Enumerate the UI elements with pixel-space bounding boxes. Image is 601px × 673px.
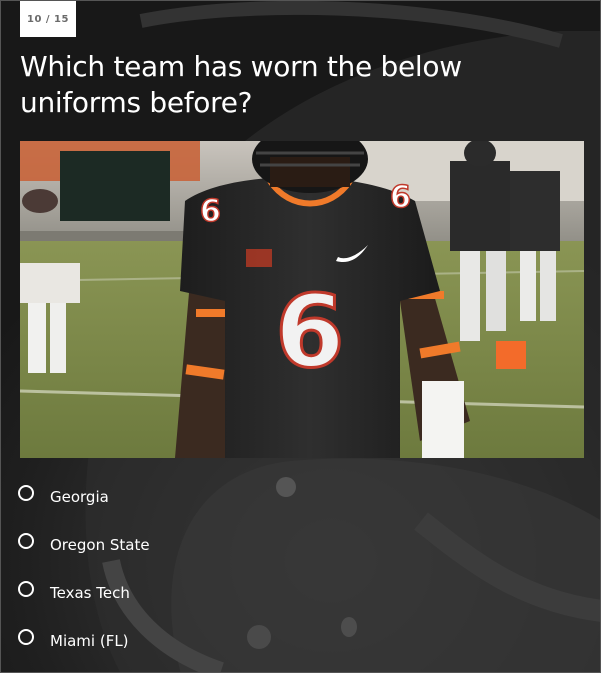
question-counter: 10 / 15 (20, 1, 76, 37)
question-image: 6 6 6 (20, 141, 584, 458)
jersey-number-left: 6 (200, 194, 221, 229)
answer-option-miami-fl[interactable]: Miami (FL) (18, 615, 578, 663)
quiz-card: 10 / 15 Which team has worn the below un… (0, 0, 601, 673)
answer-option-texas-tech[interactable]: Texas Tech (18, 567, 578, 615)
answer-label: Oregon State (50, 535, 150, 554)
answer-list: Georgia Oregon State Texas Tech Miami (F… (18, 471, 578, 663)
jersey-number-chest: 6 (275, 273, 345, 390)
radio-button[interactable] (18, 485, 34, 501)
answer-label: Georgia (50, 487, 109, 506)
radio-button[interactable] (18, 581, 34, 597)
radio-button[interactable] (18, 533, 34, 549)
football-player-photo: 6 6 6 (20, 141, 584, 458)
answer-label: Miami (FL) (50, 631, 129, 650)
jersey-number-right: 6 (390, 180, 411, 215)
question-text: Which team has worn the below uniforms b… (20, 50, 462, 119)
answer-option-oregon-state[interactable]: Oregon State (18, 519, 578, 567)
answer-option-georgia[interactable]: Georgia (18, 471, 578, 519)
answer-label: Texas Tech (50, 583, 130, 602)
radio-button[interactable] (18, 629, 34, 645)
